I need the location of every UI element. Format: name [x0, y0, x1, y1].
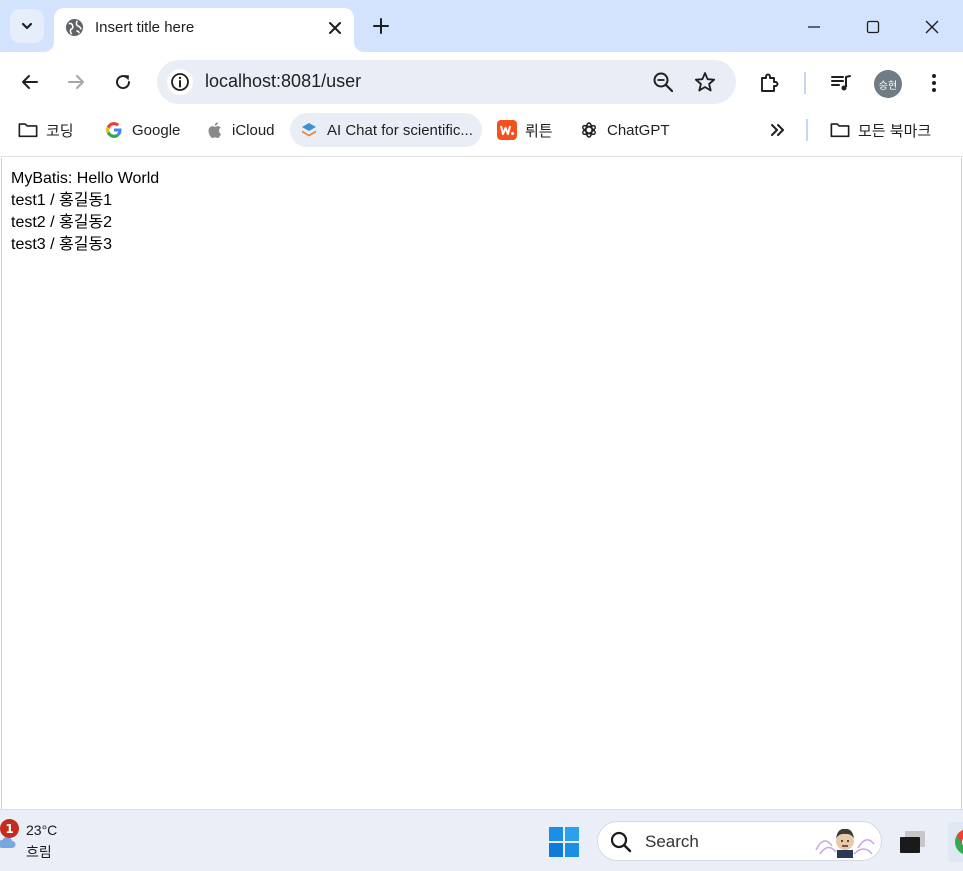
tab-title: Insert title here — [95, 19, 195, 36]
window-close-button[interactable] — [918, 13, 946, 41]
chrome-icon — [948, 822, 963, 862]
taskbar-search[interactable]: Search — [597, 821, 882, 861]
puzzle-icon — [761, 73, 779, 92]
bookmark-label: 뤼튼 — [525, 122, 553, 140]
search-icon — [610, 831, 632, 853]
profile-avatar[interactable]: 승현 — [874, 70, 902, 98]
close-icon — [925, 20, 939, 34]
toolbar-divider — [804, 72, 806, 94]
bookmark-label: Google — [132, 121, 181, 139]
layers-icon — [299, 120, 319, 140]
bookmark-label: 코딩 — [46, 122, 74, 140]
extensions-button[interactable] — [757, 70, 783, 96]
globe-icon — [65, 18, 84, 37]
google-icon — [104, 120, 124, 140]
active-tab[interactable]: Insert title here — [54, 8, 354, 52]
url-text[interactable]: localhost:8081/user — [205, 71, 361, 92]
close-icon — [329, 22, 341, 34]
notification-count: 1 — [5, 821, 14, 836]
user-row: test2 / 홍길동2 — [11, 214, 113, 231]
windows-taskbar: 1 23°C 흐림 Search — [0, 809, 963, 871]
bookmark-label: ChatGPT — [607, 121, 670, 139]
page-viewport: MyBatis: Hello World test1 / 홍길동1 test2 … — [1, 158, 962, 809]
music-queue-icon — [831, 75, 851, 91]
zoom-out-icon — [653, 72, 674, 93]
weather-temperature[interactable]: 23°C — [26, 822, 57, 838]
chevron-down-icon — [21, 22, 33, 30]
windows-logo-icon — [549, 827, 579, 857]
maximize-icon — [866, 20, 880, 34]
task-view-icon — [900, 831, 925, 853]
chrome-taskbar-button[interactable] — [948, 822, 963, 862]
task-view-button[interactable] — [897, 828, 929, 858]
new-tab-button[interactable] — [369, 14, 393, 38]
bookmark-star-button[interactable] — [694, 71, 716, 93]
bookmark-folder-coding[interactable]: 코딩 — [18, 113, 74, 147]
weather-condition[interactable]: 흐림 — [26, 842, 52, 862]
search-label: Search — [645, 832, 699, 851]
bookmark-label: AI Chat for scientific... — [327, 121, 473, 139]
arrow-right-icon — [68, 75, 84, 89]
page-heading-line: MyBatis: Hello World — [11, 170, 160, 187]
bookmarks-bar: 코딩 Google iCloud AI Chat for scientific.… — [0, 110, 963, 157]
user-row: test3 / 홍길동3 — [11, 236, 113, 253]
address-bar[interactable]: localhost:8081/user — [157, 60, 736, 104]
chatgpt-icon — [579, 120, 599, 140]
minimize-icon — [808, 26, 820, 28]
all-bookmarks-button[interactable]: 모든 북마크 — [830, 113, 931, 147]
bookmark-google[interactable]: Google — [104, 113, 180, 147]
bookmark-wrtn[interactable]: 뤼튼 — [497, 113, 553, 147]
maximize-button[interactable] — [859, 13, 887, 41]
bookmark-chatgpt[interactable]: ChatGPT — [579, 113, 670, 147]
tab-close-button[interactable] — [325, 18, 345, 38]
arrow-left-icon — [22, 75, 38, 89]
reload-icon — [116, 75, 131, 90]
bookmark-ai-chat[interactable]: AI Chat for scientific... — [290, 113, 482, 147]
back-button[interactable] — [17, 69, 43, 95]
double-chevron-right-icon — [771, 124, 784, 136]
star-icon — [694, 72, 716, 92]
apple-icon — [204, 120, 224, 140]
more-vertical-icon — [932, 74, 936, 92]
folder-icon — [830, 120, 850, 140]
folder-icon — [18, 120, 38, 140]
notification-badge[interactable]: 1 — [0, 819, 19, 838]
tab-strip: Insert title here — [0, 0, 963, 52]
bookmark-label: iCloud — [232, 121, 275, 139]
all-bookmarks-label: 모든 북마크 — [858, 122, 932, 140]
bookmark-icloud[interactable]: iCloud — [204, 113, 275, 147]
plus-icon — [373, 18, 389, 34]
forward-button[interactable] — [63, 69, 89, 95]
more-bookmarks-button[interactable] — [765, 119, 791, 141]
zoom-button[interactable] — [652, 71, 674, 93]
site-info-button[interactable] — [167, 69, 193, 95]
info-icon — [171, 73, 189, 91]
profile-initials: 승현 — [878, 80, 898, 92]
browser-toolbar: localhost:8081/user 승현 — [0, 52, 963, 110]
search-highlight-illustration — [815, 828, 875, 858]
bookmarks-divider — [806, 119, 808, 141]
page-content: MyBatis: Hello World test1 / 홍길동1 test2 … — [11, 168, 159, 256]
minimize-button[interactable] — [800, 13, 828, 41]
tab-search-button[interactable] — [10, 9, 44, 43]
user-row: test1 / 홍길동1 — [11, 192, 113, 209]
menu-button[interactable] — [922, 70, 946, 96]
wrtn-icon — [497, 120, 517, 140]
start-button[interactable] — [548, 826, 580, 858]
reload-button[interactable] — [110, 69, 136, 95]
media-controls-button[interactable] — [828, 70, 854, 96]
